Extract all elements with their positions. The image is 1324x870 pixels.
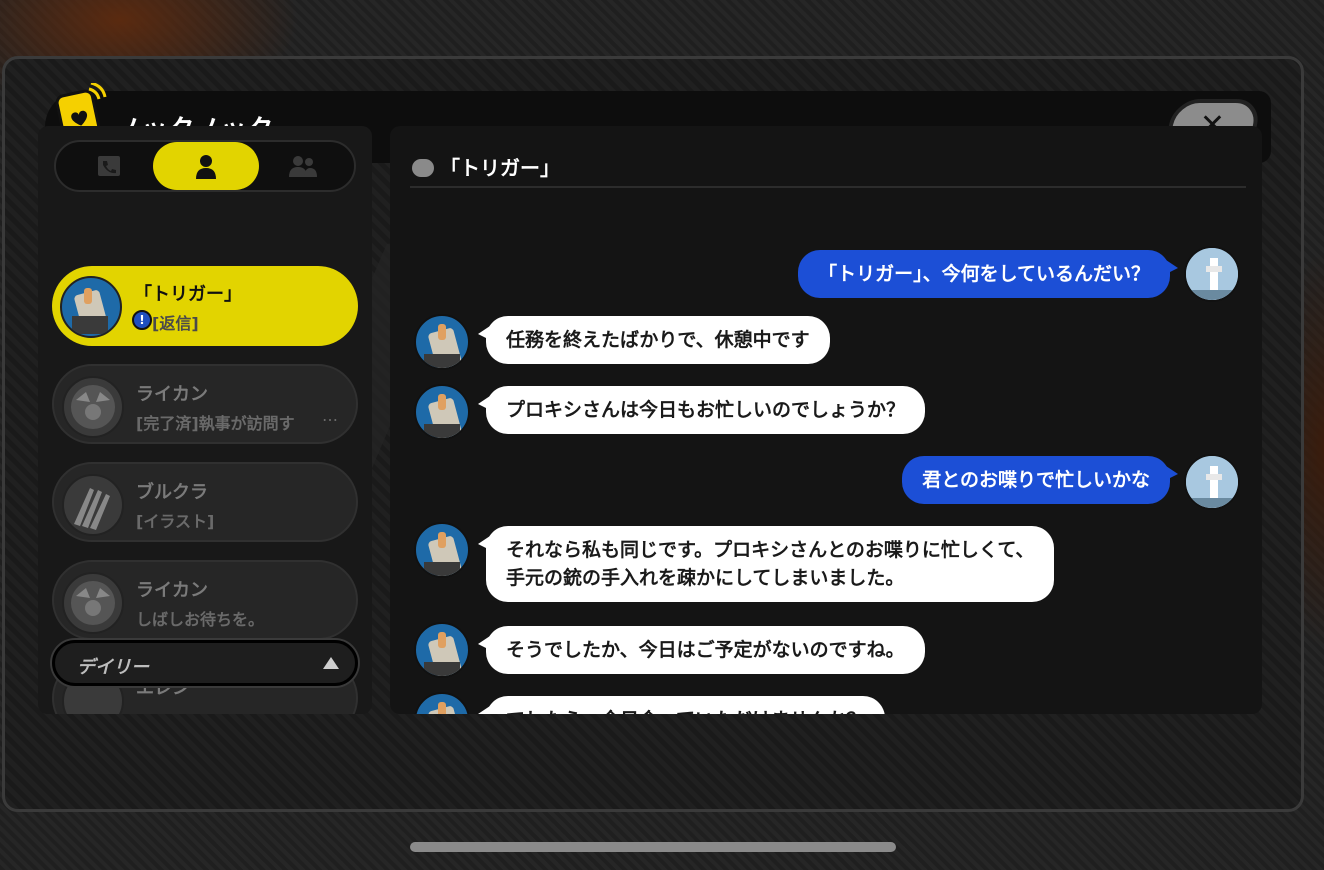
avatar <box>62 376 124 438</box>
avatar <box>62 474 124 536</box>
contact-item-burnice[interactable]: ブルクラ [イラスト] <box>52 462 358 542</box>
player-avatar <box>1184 246 1240 302</box>
npc-message: でしたら…今日会っていただけませんか？ <box>477 696 886 714</box>
contact-item-lycaon-2[interactable]: ライカン しばしお待ちを。 <box>52 560 358 640</box>
npc-avatar <box>414 522 470 578</box>
home-indicator[interactable] <box>410 842 896 852</box>
npc-avatar <box>414 384 470 440</box>
tab-calls[interactable] <box>56 142 162 190</box>
npc-message: そうでしたか、今日はご予定がないのですね。 <box>478 626 925 674</box>
npc-message: それなら私も同じです。プロキシさんとのお喋りに忙しくて、 手元の銃の手入れを疎か… <box>477 526 1055 602</box>
more-indicator: … <box>322 406 338 425</box>
contact-list-panel: 「トリガー」 ! [返信] ライカン [完了済]執事が訪問す … ブルクラ [イ… <box>38 126 372 714</box>
contact-preview: しばしお待ちを。 <box>136 610 265 629</box>
tab-group[interactable] <box>250 142 356 190</box>
contact-preview: [完了済]執事が訪問す <box>136 414 295 433</box>
avatar <box>60 276 122 338</box>
group-icon <box>289 156 317 177</box>
contact-preview: [イラスト] <box>136 512 215 531</box>
npc-message: プロキシさんは今日もお忙しいのでしょうか？ <box>477 386 926 434</box>
chat-panel: 「トリガー」 「トリガー」、今何をしているんだい？ 任務を終えたばかりで、休憩中… <box>390 126 1262 714</box>
contact-item-lycaon-1[interactable]: ライカン [完了済]執事が訪問す … <box>52 364 358 444</box>
divider <box>410 186 1246 188</box>
npc-message: 任務を終えたばかりで、休憩中です <box>478 316 830 364</box>
contact-name: 「トリガー」 <box>134 284 242 305</box>
npc-message-line: それなら私も同じです。プロキシさんとのお喋りに忙しくて、 <box>506 539 1035 561</box>
filter-dropdown[interactable]: デイリー <box>52 640 358 686</box>
phone-contact-icon <box>98 156 120 176</box>
npc-avatar <box>414 692 470 714</box>
filter-label: デイリー <box>77 657 149 678</box>
avatar <box>62 572 124 634</box>
contact-preview: [返信] <box>152 314 199 333</box>
chat-bubble-icon <box>412 159 434 177</box>
contact-name: ライカン <box>136 384 208 405</box>
tab-individual[interactable] <box>153 142 259 190</box>
npc-message-line: 手元の銃の手入れを疎かにしてしまいました。 <box>506 567 905 589</box>
contact-name: ブルクラ <box>136 482 208 503</box>
triangle-up-icon <box>323 657 339 669</box>
npc-avatar <box>414 622 470 678</box>
chat-header: 「トリガー」 <box>412 152 560 181</box>
npc-avatar <box>414 314 470 370</box>
player-avatar <box>1184 454 1240 510</box>
contact-item-trigger[interactable]: 「トリガー」 ! [返信] <box>52 266 358 346</box>
chat-title: 「トリガー」 <box>440 156 560 180</box>
contact-tabs <box>54 140 356 192</box>
person-icon <box>196 155 216 179</box>
player-message: 君とのお喋りで忙しいかな <box>902 456 1178 504</box>
contact-name: ライカン <box>136 580 208 601</box>
player-message: 「トリガー」、今何をしているんだい？ <box>798 250 1178 298</box>
alert-icon: ! <box>132 310 152 330</box>
